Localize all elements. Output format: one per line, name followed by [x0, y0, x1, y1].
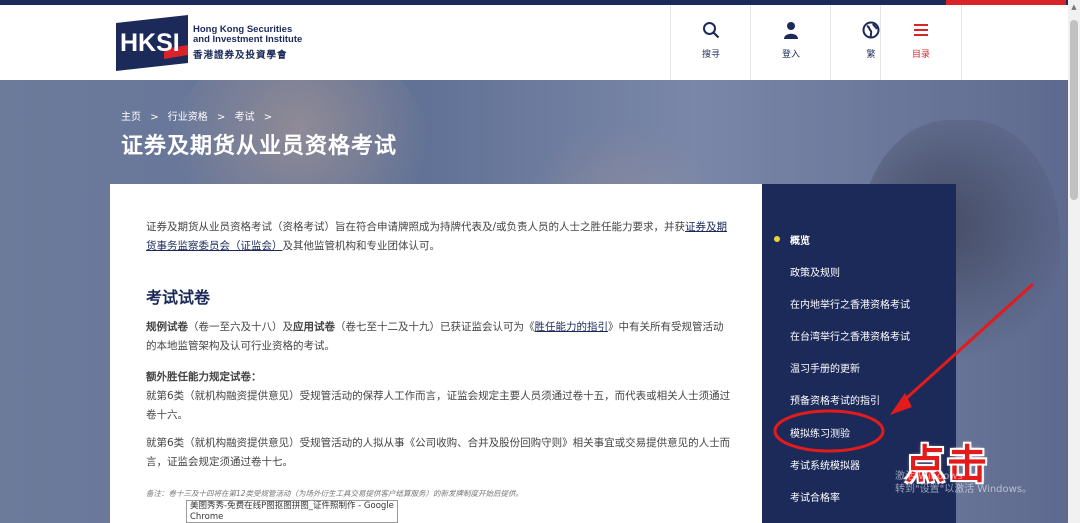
- breadcrumb-exams[interactable]: 考试: [235, 112, 255, 123]
- sidebar-item-overview[interactable]: 概览: [790, 232, 810, 247]
- intro-text-end: 及其他监管机构和专业团体认可。: [282, 240, 441, 252]
- paragraph-text: （卷一至六及十八）及: [188, 321, 293, 333]
- scroll-up-arrow-icon[interactable]: ▲: [1070, 3, 1078, 11]
- paper-paragraph-1: 规例试卷（卷一至六及十八）及应用试卷（卷七至十二及十九）已获证监会认可为《胜任能…: [146, 318, 731, 356]
- paragraph-text: （卷七至十二及十九）已获证监会认可为《: [335, 321, 535, 333]
- breadcrumb-separator: >: [216, 112, 226, 123]
- sidebar-item-exam-simulator[interactable]: 考试系统模拟器: [790, 457, 860, 472]
- menu-label: 目录: [911, 50, 930, 60]
- paragraph-text: 就第6类（就机构融资提供意见）受规管活动的保荐人工作而言，证监会规定主要人员须通…: [146, 390, 731, 421]
- competence-guidelines-link[interactable]: 胜任能力的指引: [535, 321, 609, 333]
- intro-paragraph: 证券及期货从业员资格考试（资格考试）旨在符合申请牌照成为持牌代表及/或负责人员的…: [146, 218, 731, 256]
- logo-name-english: Hong Kong Securities and Investment Inst…: [193, 25, 313, 45]
- user-icon: [784, 22, 798, 39]
- site-header: HKSI Hong Kong Securities and Investment…: [0, 5, 1080, 80]
- page-title: 证券及期货从业员资格考试: [121, 134, 398, 159]
- logo-mark-text: HKSI: [120, 29, 180, 57]
- sidebar-item-mock-practice-test[interactable]: 模拟练习测验: [790, 425, 850, 440]
- breadcrumb-qualifications[interactable]: 行业资格: [168, 112, 208, 123]
- menu-button[interactable]: 目录: [880, 5, 962, 80]
- intro-text: 证券及期货从业员资格考试（资格考试）旨在符合申请牌照成为持牌代表及/或负责人员的…: [146, 221, 686, 233]
- windows-activation-watermark: 激活 Windows 转到"设置"以激活 Windows。: [895, 470, 1032, 496]
- sidebar-item-pass-rates[interactable]: 考试合格率: [790, 489, 840, 504]
- breadcrumb-home[interactable]: 主页: [121, 112, 141, 123]
- breadcrumb-separator: >: [150, 112, 159, 123]
- globe-icon: [862, 21, 880, 39]
- sidebar-item-taiwan-exams[interactable]: 在台湾举行之香港资格考试: [790, 328, 910, 343]
- watermark-line-2: 转到"设置"以激活 Windows。: [895, 484, 1033, 495]
- hksi-logo-mark: HKSI: [116, 15, 188, 71]
- watermark-line-1: 激活 Windows: [895, 471, 963, 482]
- scrollbar-thumb[interactable]: [1070, 20, 1078, 200]
- footnote: 备注：卷十三及十四将在第12类受规管活动（为场外衍生工具交易提供客户结算服务）的…: [146, 489, 524, 498]
- paper-paragraph-2: 额外胜任能力规定试卷： 就第6类（就机构融资提供意见）受规管活动的保荐人工作而言…: [146, 368, 731, 425]
- main-content: 证券及期货从业员资格考试（资格考试）旨在符合申请牌照成为持牌代表及/或负责人员的…: [110, 184, 762, 523]
- logo-name-en-line2: and Investment Institute: [193, 34, 303, 45]
- login-button[interactable]: 登入: [750, 5, 831, 80]
- paper-paragraph-3: 就第6类（就机构融资提供意见）受规管活动的人拟从事《公司收购、合并及股份回购守则…: [146, 437, 731, 468]
- breadcrumb-separator: >: [263, 112, 273, 123]
- search-icon: [703, 22, 720, 39]
- sidebar-item-manual-updates[interactable]: 温习手册的更新: [790, 360, 860, 375]
- application-papers-label: 应用试卷: [293, 321, 335, 333]
- taskbar-tooltip: 美图秀秀-免费在线P图抠图拼图_证件照制作 - Google Chrome: [186, 500, 398, 523]
- section-title-exam-papers: 考试试卷: [146, 288, 211, 307]
- sidebar-item-policies-rules[interactable]: 政策及规则: [790, 264, 840, 279]
- logo-name-chinese: 香港證券及投資學會: [193, 50, 288, 61]
- hksi-logo[interactable]: HKSI Hong Kong Securities and Investment…: [116, 15, 306, 77]
- search-button[interactable]: 搜寻: [670, 5, 751, 80]
- search-label: 搜寻: [701, 50, 720, 60]
- page-scrollbar[interactable]: ▲: [1068, 0, 1080, 523]
- hamburger-menu-icon: [914, 24, 928, 36]
- login-label: 登入: [781, 50, 800, 60]
- sidebar-item-exam-prep-guide[interactable]: 预备资格考试的指引: [790, 392, 880, 407]
- breadcrumb: 主页 > 行业资格 > 考试 >: [121, 108, 278, 123]
- active-indicator-dot: [774, 236, 780, 242]
- regulation-papers-label: 规例试卷: [146, 321, 188, 333]
- additional-papers-label: 额外胜任能力规定试卷：: [146, 371, 262, 383]
- sidebar-item-mainland-exams[interactable]: 在内地举行之香港资格考试: [790, 296, 910, 311]
